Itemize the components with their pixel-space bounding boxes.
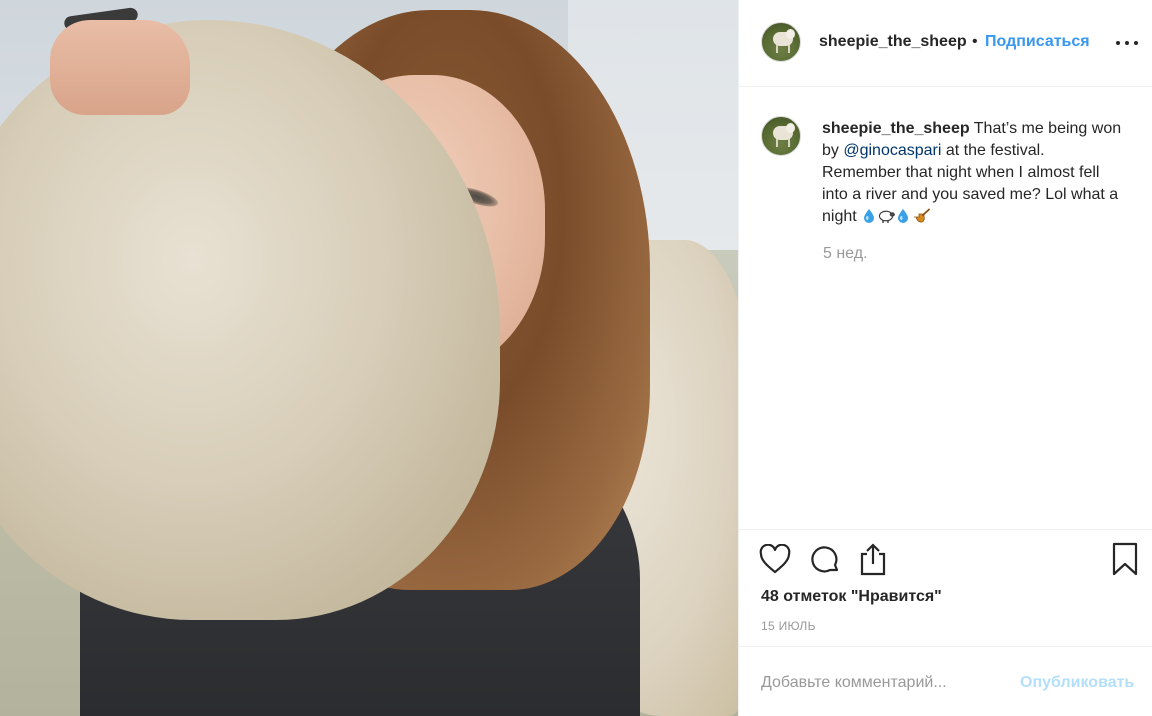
share-icon[interactable] [857, 542, 891, 578]
post-actions: 48 отметок "Нравится" 15 ИЮЛЬ [739, 529, 1152, 646]
more-options-icon[interactable] [1115, 32, 1139, 52]
post-side-panel: sheepie_the_sheep • Подписаться sheepie_… [738, 0, 1152, 716]
header-separator: • [972, 33, 978, 50]
post-date: 15 ИЮЛЬ [761, 619, 816, 633]
avatar-sheep-head [786, 29, 795, 39]
likes-count[interactable]: 48 отметок "Нравится" [761, 588, 942, 606]
photo-hand [50, 20, 190, 115]
publish-button[interactable]: Опубликовать [1020, 674, 1134, 692]
avatar-sheep-leg [788, 139, 790, 147]
caption-text: sheepie_the_sheep That’s me being won by… [822, 118, 1127, 228]
avatar-sheep-head [786, 123, 795, 133]
comment-form: Опубликовать [739, 646, 1152, 716]
caption-section: sheepie_the_sheep That’s me being won by… [739, 88, 1152, 528]
bookmark-icon[interactable] [1111, 542, 1141, 578]
pipe-icon [912, 208, 931, 224]
avatar-sheep-leg [776, 45, 778, 53]
droplet-icon [895, 208, 911, 224]
like-heart-icon[interactable] [759, 543, 793, 576]
caption-mention-link[interactable]: @ginocaspari [843, 142, 941, 159]
header-username[interactable]: sheepie_the_sheep [819, 33, 967, 51]
droplet-icon [861, 208, 877, 224]
comment-input[interactable] [761, 671, 1011, 695]
sheep-icon [878, 208, 896, 224]
post-photo[interactable] [0, 0, 738, 716]
caption-timestamp[interactable]: 5 нед. [823, 245, 868, 263]
follow-button[interactable]: Подписаться [985, 33, 1090, 51]
avatar-sheep-leg [776, 139, 778, 147]
caption-username[interactable]: sheepie_the_sheep [822, 120, 970, 137]
comment-bubble-icon[interactable] [809, 544, 843, 578]
avatar-sheep-leg [788, 45, 790, 53]
post-header: sheepie_the_sheep • Подписаться [739, 0, 1152, 87]
caption-avatar[interactable] [761, 116, 801, 156]
avatar[interactable] [761, 22, 801, 62]
